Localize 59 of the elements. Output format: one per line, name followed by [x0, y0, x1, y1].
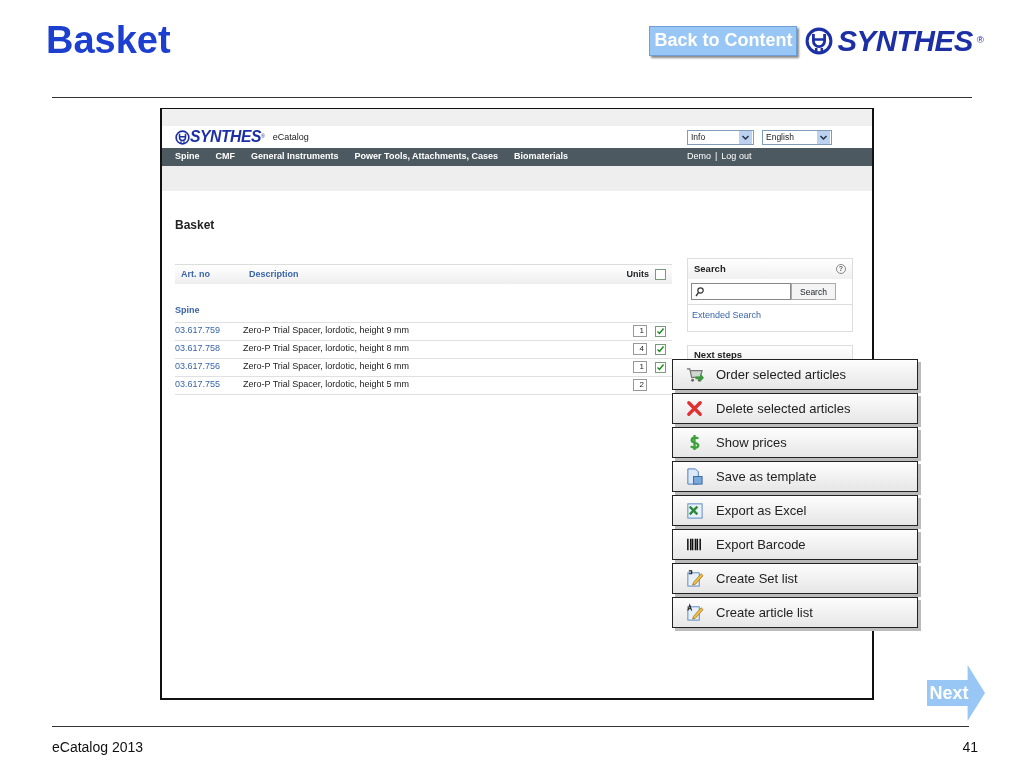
article-number-link[interactable]: 03.617.756: [175, 360, 243, 374]
logo-text: SYNTHES: [190, 129, 261, 145]
table-cell-text: Zero-P Trial Spacer, lordotic, height 9 mm: [243, 324, 410, 338]
nav-item[interactable]: General Instruments: [251, 150, 339, 164]
dropdown[interactable]: English: [762, 129, 832, 145]
cart-icon: [685, 365, 704, 384]
list-edit-icon: [685, 603, 704, 622]
table-cell-text: Zero-P Trial Spacer, lordotic, height 6 mm: [243, 360, 410, 374]
page-number: 41: [962, 738, 978, 757]
menu-item[interactable]: Export as Excel: [672, 495, 918, 526]
logout-link[interactable]: Log out: [721, 150, 752, 164]
column-header: Units: [626, 267, 649, 281]
column-header: Art. no: [181, 267, 211, 281]
app-name: eCatalog: [272, 131, 309, 145]
menu-item[interactable]: Delete selected articles: [672, 393, 918, 424]
nav-item[interactable]: Spine: [175, 150, 200, 164]
checkbox[interactable]: [655, 269, 666, 280]
menu-item[interactable]: Show prices: [672, 427, 918, 458]
nav-item[interactable]: CMF: [215, 150, 235, 164]
search-field[interactable]: [691, 283, 791, 300]
nav-item[interactable]: Biomaterials: [514, 150, 569, 164]
logo-text: SYNTHES: [837, 26, 973, 56]
group-heading: Spine: [175, 304, 201, 317]
checkbox[interactable]: [655, 361, 666, 373]
user-link[interactable]: Demo: [687, 150, 711, 164]
page-heading: Basket: [175, 217, 216, 234]
table-cell-text: Zero-P Trial Spacer, lordotic, height 8 mm: [243, 342, 410, 356]
document-icon: [685, 467, 704, 486]
spreadsheet-icon: [685, 501, 704, 520]
dropdown[interactable]: Info: [687, 129, 754, 145]
separator: |: [715, 150, 718, 164]
nav-item[interactable]: Power Tools, Attachments, Cases: [354, 150, 499, 164]
search-button[interactable]: Search: [791, 283, 836, 300]
slide-title: Basket: [46, 20, 171, 62]
units-field[interactable]: 1: [633, 361, 647, 373]
extended-search-link[interactable]: Extended Search: [692, 310, 762, 320]
footer-text: eCatalog 2013: [52, 738, 144, 757]
table-cell-text: Zero-P Trial Spacer, lordotic, height 5 mm: [243, 378, 410, 392]
units-field[interactable]: 4: [633, 343, 647, 355]
article-number-link[interactable]: 03.617.759: [175, 324, 243, 338]
column-header: Description: [249, 267, 300, 281]
logo-emblem-icon: [175, 129, 190, 145]
checkbox[interactable]: [655, 325, 666, 337]
article-number-link[interactable]: 03.617.755: [175, 378, 243, 392]
menu-item[interactable]: Create article list: [672, 597, 918, 628]
list-edit-icon: [685, 569, 704, 588]
checkbox[interactable]: [655, 343, 666, 355]
delete-icon: [685, 399, 704, 418]
menu-item[interactable]: Order selected articles: [672, 359, 918, 390]
registered-mark: ®: [976, 33, 984, 48]
logo-emblem-icon: [805, 26, 834, 55]
units-field[interactable]: 1: [633, 325, 647, 337]
panel-title: Search: [694, 261, 726, 276]
menu-item[interactable]: Export Barcode: [672, 529, 918, 560]
menu-item[interactable]: Create Set list: [672, 563, 918, 594]
menu-item[interactable]: Save as template: [672, 461, 918, 492]
search-icon: [695, 286, 704, 297]
article-number-link[interactable]: 03.617.758: [175, 342, 243, 356]
units-field[interactable]: 2: [633, 379, 647, 391]
